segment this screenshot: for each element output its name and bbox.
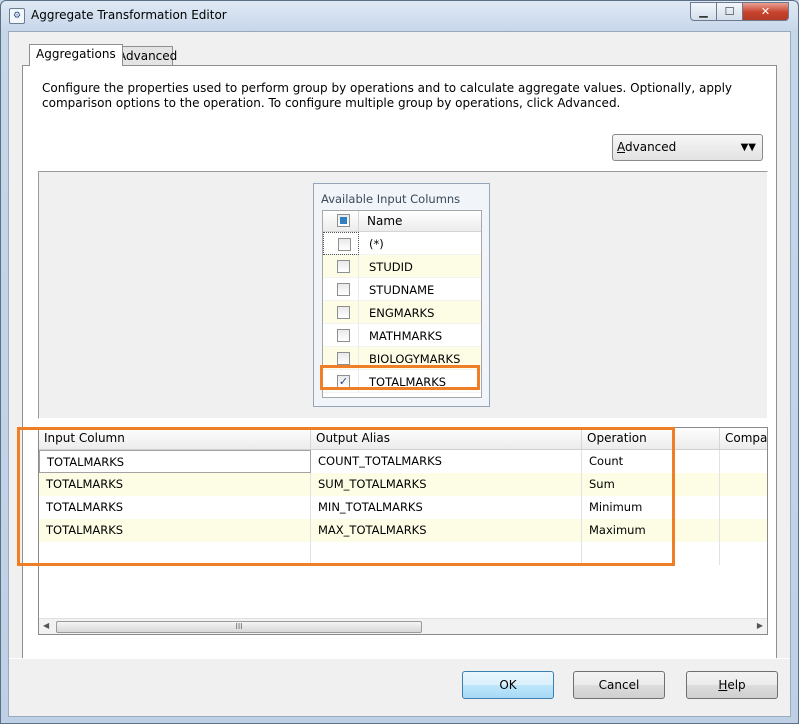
cell-output-alias[interactable]: COUNT_TOTALMARKS: [311, 450, 582, 473]
help-access-key: H: [718, 678, 728, 692]
double-chevron-down-icon: ▼▼: [740, 142, 756, 153]
cell-operation[interactable]: Sum: [582, 473, 720, 496]
cell-comparison-empty[interactable]: [720, 542, 767, 565]
column-checkbox[interactable]: [337, 306, 350, 319]
aggregation-grid: Input Column Output Alias Operation Comp…: [38, 427, 768, 635]
scroll-left-icon[interactable]: ◀: [43, 621, 49, 630]
close-button[interactable]: ✕: [742, 2, 789, 21]
ok-button[interactable]: OK: [462, 671, 554, 699]
header-operation[interactable]: Operation: [582, 428, 720, 449]
table-row[interactable]: TOTALMARKS MIN_TOTALMARKS Minimum: [39, 496, 767, 519]
header-input-column[interactable]: Input Column: [39, 428, 311, 449]
maximize-button[interactable]: ☐: [716, 2, 743, 21]
cell-output-alias[interactable]: SUM_TOTALMARKS: [311, 473, 582, 496]
list-item[interactable]: STUDNAME: [323, 278, 481, 301]
cell-input-column-empty[interactable]: [39, 542, 311, 565]
header-comparison[interactable]: Compar: [720, 428, 767, 449]
header-output-alias[interactable]: Output Alias: [311, 428, 582, 449]
column-checkbox[interactable]: [337, 283, 350, 296]
cell-comparison[interactable]: [720, 473, 767, 496]
minimize-icon: ▁: [699, 5, 708, 18]
title-bar[interactable]: ⚙ Aggregate Transformation Editor ▁ ☐ ✕: [1, 1, 798, 31]
grid-header: Input Column Output Alias Operation Comp…: [39, 428, 767, 450]
table-row[interactable]: TOTALMARKS SUM_TOTALMARKS Sum: [39, 473, 767, 496]
dialog-client-area: Aggregations Advanced Configure the prop…: [8, 31, 791, 717]
column-checkbox[interactable]: [337, 260, 350, 273]
scrollbar-thumb[interactable]: III: [56, 621, 422, 633]
advanced-toggle-button[interactable]: Advanced ▼▼: [612, 134, 763, 161]
editor-window: ⚙ Aggregate Transformation Editor ▁ ☐ ✕ …: [0, 0, 799, 724]
columns-list-header: Name: [323, 211, 481, 232]
cancel-button[interactable]: Cancel: [573, 671, 665, 699]
list-item[interactable]: STUDID: [323, 255, 481, 278]
table-row-new[interactable]: [39, 542, 767, 565]
column-name: ENGMARKS: [369, 306, 435, 320]
column-name: MATHMARKS: [369, 329, 443, 343]
ssis-component-icon: ⚙: [9, 8, 25, 24]
list-item[interactable]: MATHMARKS: [323, 324, 481, 347]
panel-title: Available Input Columns: [321, 192, 461, 206]
close-icon: ✕: [760, 5, 771, 18]
cell-output-alias[interactable]: MAX_TOTALMARKS: [311, 519, 582, 542]
column-checkbox[interactable]: [337, 352, 350, 365]
column-name: STUDNAME: [369, 283, 435, 297]
column-checkbox[interactable]: [338, 238, 351, 251]
checkmark-icon: ✓: [338, 375, 349, 388]
cell-output-alias-empty[interactable]: [311, 542, 582, 565]
cell-input-column[interactable]: TOTALMARKS: [39, 496, 311, 519]
list-item[interactable]: BIOLOGYMARKS: [323, 347, 481, 370]
list-item[interactable]: ENGMARKS: [323, 301, 481, 324]
cell-operation[interactable]: Minimum: [582, 496, 720, 519]
help-button[interactable]: Help: [686, 671, 778, 699]
cell-comparison[interactable]: [720, 519, 767, 542]
window-title: Aggregate Transformation Editor: [31, 8, 227, 22]
column-name: (*): [369, 237, 384, 251]
minimize-button[interactable]: ▁: [690, 2, 717, 21]
advanced-label: dvanced: [625, 140, 677, 154]
cell-comparison[interactable]: [720, 450, 767, 473]
cell-comparison[interactable]: [720, 496, 767, 519]
help-label: elp: [727, 678, 746, 692]
cell-output-alias[interactable]: MIN_TOTALMARKS: [311, 496, 582, 519]
advanced-access-key: A: [617, 140, 625, 154]
page-description: Configure the properties used to perform…: [42, 81, 732, 110]
maximize-icon: ☐: [724, 5, 735, 18]
horizontal-scrollbar[interactable]: ◀ III ▶: [39, 618, 767, 634]
list-item[interactable]: ✓ TOTALMARKS: [323, 370, 481, 393]
table-row[interactable]: TOTALMARKS COUNT_TOTALMARKS Count: [39, 450, 767, 473]
column-checkbox-checked[interactable]: ✓: [337, 375, 350, 388]
name-column-header: Name: [367, 214, 403, 228]
designer-surface: Available Input Columns Name (*) STUDID …: [38, 171, 768, 419]
column-name: BIOLOGYMARKS: [369, 352, 461, 366]
tab-aggregations[interactable]: Aggregations: [29, 44, 123, 66]
column-name: TOTALMARKS: [369, 375, 447, 389]
scroll-right-icon[interactable]: ▶: [757, 621, 763, 630]
cell-input-column[interactable]: TOTALMARKS: [39, 450, 311, 473]
cell-input-column[interactable]: TOTALMARKS: [39, 519, 311, 542]
select-all-checkbox[interactable]: [337, 214, 350, 227]
available-input-columns-panel: Available Input Columns Name (*) STUDID …: [313, 183, 490, 407]
table-row[interactable]: TOTALMARKS MAX_TOTALMARKS Maximum: [39, 519, 767, 542]
cell-operation[interactable]: Count: [582, 450, 720, 473]
list-item[interactable]: (*): [323, 232, 481, 255]
column-name: STUDID: [369, 260, 413, 274]
aggregations-tab-page: Configure the properties used to perform…: [22, 65, 777, 659]
column-checkbox[interactable]: [337, 329, 350, 342]
cell-operation-empty[interactable]: [582, 542, 720, 565]
cell-input-column[interactable]: TOTALMARKS: [39, 473, 311, 496]
button-separator: [9, 658, 790, 659]
cell-operation[interactable]: Maximum: [582, 519, 720, 542]
columns-list: Name (*) STUDID STUDNAME ENGMARKS MATHMA…: [322, 210, 482, 398]
